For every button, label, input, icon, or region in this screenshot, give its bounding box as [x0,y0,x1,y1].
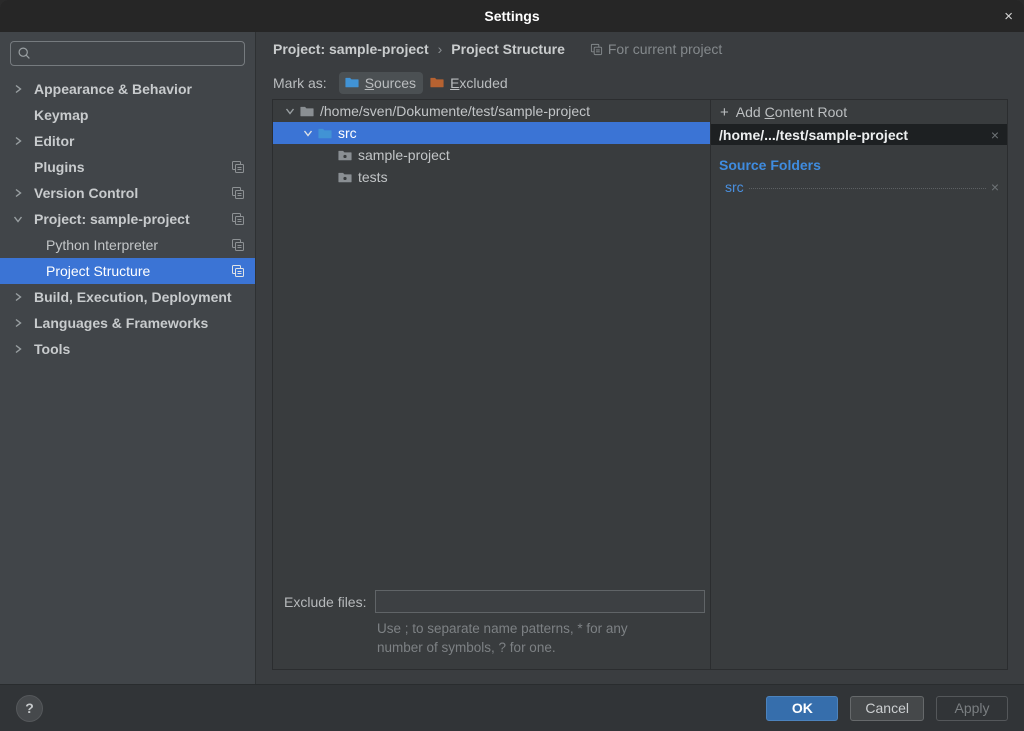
chevron-down-icon [281,106,299,116]
source-folder-entry[interactable]: src × [711,173,1007,195]
folder-icon [299,104,315,119]
per-project-settings-icon [590,43,603,56]
chevron-down-icon [299,128,317,138]
sidebar-item-plugins[interactable]: Plugins [0,154,255,180]
help-button[interactable]: ? [16,695,43,722]
dialog-title: Settings [484,8,539,24]
close-icon[interactable]: × [1004,0,1013,32]
chevron-right-icon [13,318,34,328]
chevron-right-icon [13,188,34,198]
per-project-settings-icon [231,186,245,203]
sidebar-item-editor[interactable]: Editor [0,128,255,154]
chevron-down-icon [13,214,34,224]
dotted-leader [749,188,986,189]
chevron-right-icon [13,344,34,354]
tree-row-sample-project[interactable]: sample-project [273,144,710,166]
chevron-right-icon [13,136,34,146]
sidebar-item-project-structure[interactable]: Project Structure [0,258,255,284]
sidebar-item-languages-frameworks[interactable]: Languages & Frameworks [0,310,255,336]
search-icon [17,46,32,61]
folder-icon [337,170,353,185]
sidebar-item-tools[interactable]: Tools [0,336,255,362]
settings-nav: Appearance & Behavior Keymap Editor Plug… [0,76,255,362]
exclude-files-input[interactable] [375,590,705,613]
source-folder-name: src [725,179,744,195]
tree-row-content-root[interactable]: /home/sven/Dokumente/test/sample-project [273,100,710,122]
per-project-settings-icon [231,212,245,229]
scope-label: For current project [608,41,722,57]
content-root-path: /home/.../test/sample-project [719,127,908,143]
settings-content: Project: sample-project › Project Struct… [256,32,1024,684]
breadcrumb: Project: sample-project › Project Struct… [256,32,1024,66]
add-content-root-button[interactable]: + Add Content Root [711,100,1007,124]
tree-row-src[interactable]: src [273,122,710,144]
mark-as-excluded-button[interactable]: Excluded [423,72,514,94]
mark-as-toolbar: Mark as: Sources Excluded [256,66,1024,99]
project-structure-panel: /home/sven/Dokumente/test/sample-project… [272,99,1008,670]
settings-dialog: Settings × Appearance & Behavior Keymap [0,0,1024,731]
chevron-right-icon [13,292,34,302]
titlebar: Settings × [0,0,1024,32]
sidebar-item-project-sample-project[interactable]: Project: sample-project [0,206,255,232]
per-project-settings-icon [231,160,245,177]
exclude-files-section: Exclude files: Use ; to separate name pa… [273,590,710,669]
breadcrumb-project: Project: sample-project [273,41,429,57]
tree-row-tests[interactable]: tests [273,166,710,188]
content-root-entry[interactable]: /home/.../test/sample-project × [711,124,1007,145]
plus-icon: + [720,104,729,121]
source-folders-header: Source Folders [711,145,1007,173]
scope-indicator: For current project [590,41,722,57]
sidebar-item-appearance-behavior[interactable]: Appearance & Behavior [0,76,255,102]
per-project-settings-icon [231,264,245,281]
exclude-files-label: Exclude files: [284,594,366,610]
remove-source-folder-icon[interactable]: × [991,179,999,195]
search-input[interactable] [10,41,245,66]
exclude-files-hint: Use ; to separate name patterns, * for a… [273,619,710,657]
content-root-details: + Add Content Root /home/.../test/sample… [711,100,1007,669]
sidebar-item-version-control[interactable]: Version Control [0,180,255,206]
dialog-footer: ? OK Cancel Apply [0,684,1024,731]
remove-content-root-icon[interactable]: × [991,127,999,143]
content-roots-tree: /home/sven/Dokumente/test/sample-project… [273,100,711,669]
settings-sidebar: Appearance & Behavior Keymap Editor Plug… [0,32,256,684]
chevron-right-icon [13,84,34,94]
mark-as-label: Mark as: [273,75,327,91]
folder-icon [337,148,353,163]
source-folder-icon [344,75,360,90]
sidebar-item-python-interpreter[interactable]: Python Interpreter [0,232,255,258]
sidebar-item-keymap[interactable]: Keymap [0,102,255,128]
sidebar-item-build-execution-deployment[interactable]: Build, Execution, Deployment [0,284,255,310]
breadcrumb-separator-icon: › [438,41,443,57]
ok-button[interactable]: OK [766,696,838,721]
per-project-settings-icon [231,238,245,255]
excluded-folder-icon [429,75,445,90]
mark-as-sources-button[interactable]: Sources [339,72,423,94]
cancel-button[interactable]: Cancel [850,696,924,721]
apply-button[interactable]: Apply [936,696,1008,721]
source-folder-icon [317,126,333,141]
breadcrumb-page: Project Structure [451,41,565,57]
